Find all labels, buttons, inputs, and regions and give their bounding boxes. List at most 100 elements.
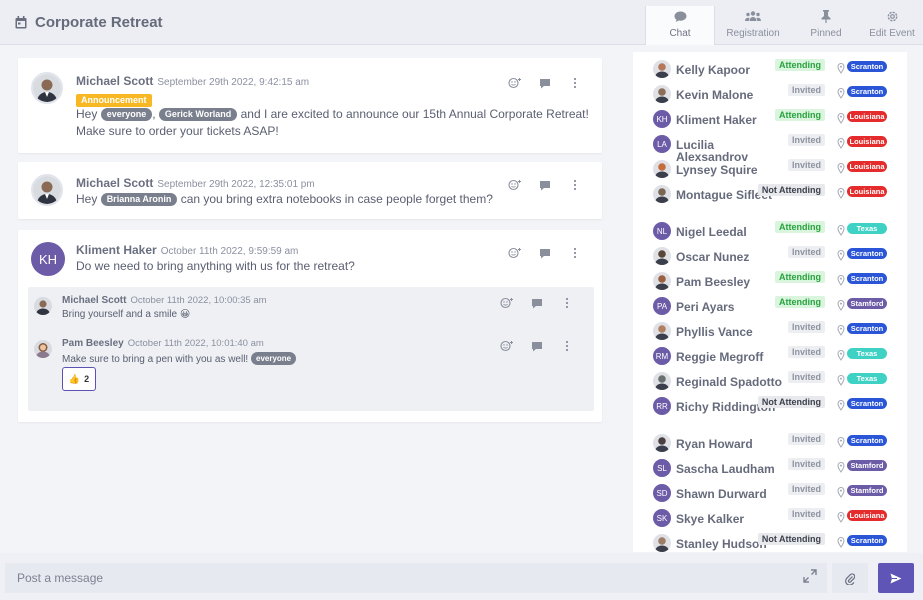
message-item: Michael Scott September 29th 2022, 12:35:…	[18, 162, 602, 219]
location-pin-icon	[837, 435, 845, 448]
location-pin-icon	[837, 485, 845, 498]
location-pin-icon	[837, 460, 845, 473]
location-badge: Texas	[847, 223, 887, 234]
attendance-status-badge: Attending	[775, 221, 825, 233]
add-reaction-icon[interactable]	[500, 339, 514, 353]
attendee-row[interactable]: LA Lucilia Alexsandrov Invited Louisiana	[633, 134, 907, 163]
location-badge: Scranton	[847, 535, 887, 546]
reply-author[interactable]: Michael Scott	[62, 295, 126, 306]
attendee-row[interactable]: SD Shawn Durward Invited Stamford	[633, 483, 907, 508]
more-options-icon[interactable]	[560, 296, 574, 310]
reply-author[interactable]: Pam Beesley	[62, 338, 124, 349]
attendee-row[interactable]: RR Richy Riddington Not Attending Scranton	[633, 396, 907, 421]
message-author[interactable]: Kliment Haker	[76, 243, 157, 257]
attendee-row[interactable]: Ryan Howard Invited Scranton	[633, 433, 907, 458]
add-reaction-icon[interactable]	[508, 178, 522, 192]
avatar	[653, 185, 671, 203]
message-author[interactable]: Michael Scott	[76, 74, 153, 88]
avatar: SL	[653, 459, 671, 477]
location-badge: Texas	[847, 348, 887, 359]
location-pin-icon	[837, 535, 845, 548]
mention-tag[interactable]: everyone	[100, 108, 153, 121]
reply-thread: Michael Scott October 11th 2022, 10:00:35…	[28, 287, 594, 411]
send-button[interactable]	[878, 563, 914, 593]
attendee-row[interactable]: Oscar Nunez Invited Scranton	[633, 246, 907, 271]
message-item: KH Kliment Haker October 11th 2022, 9:59:…	[18, 230, 602, 422]
attendee-row[interactable]: Stanley Hudson Not Attending Scranton	[633, 533, 907, 552]
reaction-button[interactable]: 👍 2	[62, 367, 96, 391]
avatar	[34, 297, 52, 315]
attendee-row[interactable]: Phyllis Vance Invited Scranton	[633, 321, 907, 346]
avatar: KH	[31, 242, 65, 276]
mention-tag[interactable]: Brianna Aronin	[100, 193, 178, 206]
message-input[interactable]	[5, 563, 827, 593]
attendance-status-badge: Attending	[775, 109, 825, 121]
more-options-icon[interactable]	[568, 246, 582, 260]
location-badge: Louisiana	[847, 161, 887, 172]
message-author[interactable]: Michael Scott	[76, 176, 153, 190]
mention-tag[interactable]: everyone	[251, 352, 297, 365]
mention-tag[interactable]: Gerick Worland	[158, 108, 238, 121]
avatar	[653, 85, 671, 103]
reply-icon[interactable]	[538, 178, 552, 192]
attendance-status-badge: Not Attending	[757, 533, 825, 545]
attach-button[interactable]	[832, 563, 868, 593]
location-pin-icon	[837, 510, 845, 523]
attendee-name: Nigel Leedal	[676, 225, 747, 239]
avatar	[31, 72, 63, 104]
tab-registration[interactable]: Registration	[715, 6, 791, 45]
attendee-row[interactable]: NL Nigel Leedal Attending Texas	[633, 221, 907, 246]
more-options-icon[interactable]	[568, 178, 582, 192]
reply-icon[interactable]	[538, 76, 552, 90]
more-options-icon[interactable]	[568, 76, 582, 90]
attendee-row[interactable]: SK Skye Kalker Invited Louisiana	[633, 508, 907, 533]
tab-pinned[interactable]: Pinned	[791, 6, 861, 45]
location-pin-icon	[837, 398, 845, 411]
attendee-row[interactable]: PA Peri Ayars Attending Stamford	[633, 296, 907, 321]
attendee-row[interactable]: Lynsey Squire Invited Louisiana	[633, 159, 907, 184]
avatar	[653, 434, 671, 452]
location-pin-icon	[837, 111, 845, 124]
more-options-icon[interactable]	[560, 339, 574, 353]
reply-icon[interactable]	[530, 339, 544, 353]
attendee-name: Pam Beesley	[676, 275, 751, 289]
attendee-row[interactable]: Kevin Malone Invited Scranton	[633, 84, 907, 109]
reply-time: October 11th 2022, 10:00:35 am	[130, 295, 267, 306]
add-reaction-icon[interactable]	[500, 296, 514, 310]
attendance-status-badge: Invited	[787, 346, 825, 358]
location-badge: Louisiana	[847, 186, 887, 197]
attendee-row[interactable]: KH Kliment Haker Attending Louisiana	[633, 109, 907, 134]
avatar	[653, 247, 671, 265]
avatar	[653, 272, 671, 290]
location-badge: Scranton	[847, 398, 887, 409]
attendee-row[interactable]: Pam Beesley Attending Scranton	[633, 271, 907, 296]
attendee-name: Ryan Howard	[676, 437, 753, 451]
chat-feed: Michael Scott September 29th 2022, 9:42:1…	[18, 56, 604, 428]
add-reaction-icon[interactable]	[508, 76, 522, 90]
attendee-row[interactable]: SL Sascha Laudham Invited Stamford	[633, 458, 907, 483]
header: Corporate Retreat Chat Registration Pinn…	[0, 0, 923, 45]
message-text: Hey Brianna Aronin can you bring extra n…	[76, 192, 493, 206]
attendee-row[interactable]: Reginald Spadotto Invited Texas	[633, 371, 907, 396]
reply-actions	[500, 296, 574, 310]
attendee-row[interactable]: Montague Sifleet Not Attending Louisiana	[633, 184, 907, 209]
avatar	[653, 534, 671, 552]
location-badge: Scranton	[847, 248, 887, 259]
tab-bar: Chat Registration Pinned Edit Event	[645, 6, 923, 45]
reply-icon[interactable]	[538, 246, 552, 260]
location-badge: Scranton	[847, 323, 887, 334]
avatar	[653, 322, 671, 340]
add-reaction-icon[interactable]	[508, 246, 522, 260]
reply-icon[interactable]	[530, 296, 544, 310]
attendee-row[interactable]: Kelly Kapoor Attending Scranton	[633, 59, 907, 84]
attendee-name: Lynsey Squire	[676, 163, 758, 177]
attendance-status-badge: Invited	[787, 433, 825, 445]
attendance-status-badge: Invited	[787, 134, 825, 146]
attendee-list: Kelly Kapoor Attending Scranton Kevin Malon…	[633, 52, 907, 552]
tab-chat[interactable]: Chat	[645, 6, 715, 45]
location-badge: Stamford	[847, 460, 887, 471]
expand-icon[interactable]	[803, 569, 819, 585]
reaction-count: 2	[84, 374, 90, 384]
tab-edit-event[interactable]: Edit Event	[861, 6, 923, 45]
attendee-row[interactable]: RM Reggie Megroff Invited Texas	[633, 346, 907, 371]
